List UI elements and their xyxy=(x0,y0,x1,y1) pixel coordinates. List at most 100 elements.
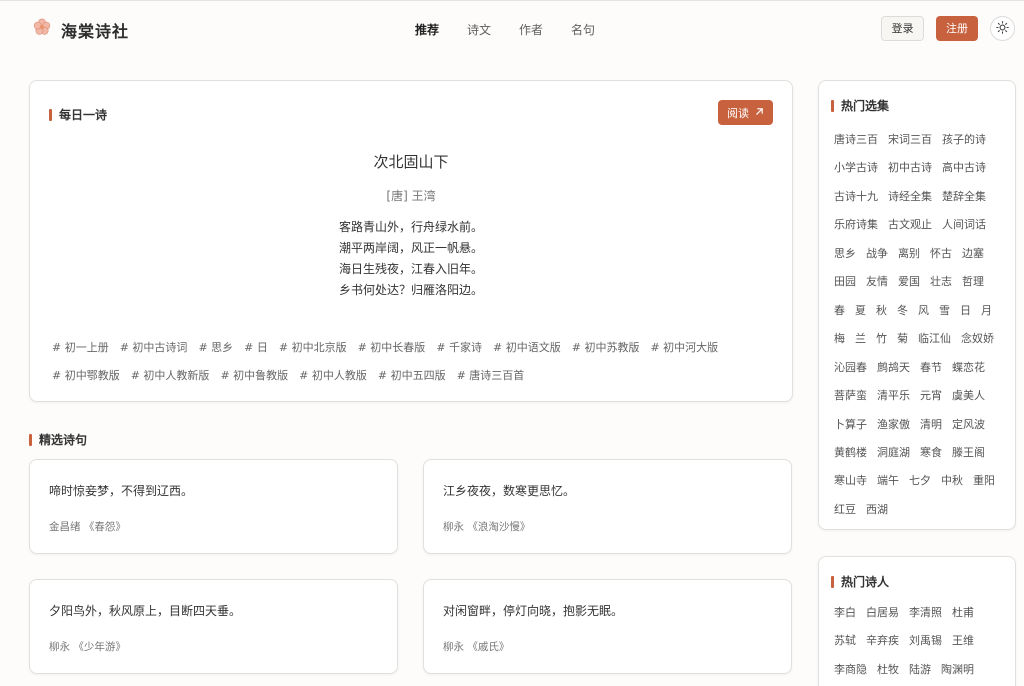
collection-link[interactable]: 临江仙 xyxy=(918,325,951,353)
theme-toggle-button[interactable] xyxy=(990,16,1015,41)
nav-item-recommend[interactable]: 推荐 xyxy=(415,21,439,38)
collection-link[interactable]: 春节 xyxy=(920,354,942,382)
collection-link[interactable]: 楚辞全集 xyxy=(942,183,986,211)
collection-link[interactable]: 春 xyxy=(834,297,845,325)
collection-link[interactable]: 中秋 xyxy=(941,467,963,495)
poem-tag-link[interactable]: # 思乡 xyxy=(198,334,233,362)
poem-tag-link[interactable]: # 初中北京版 xyxy=(279,334,347,362)
poem-tag-link[interactable]: # 初中五四版 xyxy=(378,362,446,390)
begonia-flower-icon[interactable] xyxy=(32,17,52,37)
poet-link[interactable]: 辛弃疾 xyxy=(866,627,899,655)
poem-tag-link[interactable]: # 日 xyxy=(244,334,268,362)
poet-link[interactable]: 李清照 xyxy=(909,599,942,627)
collection-link[interactable]: 战争 xyxy=(866,240,888,268)
collection-link[interactable]: 爱国 xyxy=(898,268,920,296)
collection-link[interactable]: 清明 xyxy=(920,411,942,439)
collection-link[interactable]: 夏 xyxy=(855,297,866,325)
collection-link[interactable]: 黄鹤楼 xyxy=(834,439,867,467)
poem-tag-link[interactable]: # 初中语文版 xyxy=(493,334,561,362)
collection-link[interactable]: 寒山寺 xyxy=(834,467,867,495)
collection-link[interactable]: 蝶恋花 xyxy=(952,354,985,382)
collection-link[interactable]: 定风波 xyxy=(952,411,985,439)
collection-link[interactable]: 古文观止 xyxy=(888,211,932,239)
collection-link[interactable]: 菩萨蛮 xyxy=(834,382,867,410)
collection-link[interactable]: 重阳 xyxy=(973,467,995,495)
collection-link[interactable]: 乐府诗集 xyxy=(834,211,878,239)
collection-link[interactable]: 小学古诗 xyxy=(834,154,878,182)
poem-tag-link[interactable]: # 初一上册 xyxy=(52,334,109,362)
poem-tag-link[interactable]: # 初中长春版 xyxy=(358,334,426,362)
collection-link[interactable]: 清平乐 xyxy=(877,382,910,410)
collection-link[interactable]: 孩子的诗 xyxy=(942,126,986,154)
collection-link[interactable]: 日 xyxy=(960,297,971,325)
collection-link[interactable]: 古诗十九 xyxy=(834,183,878,211)
collection-link[interactable]: 寒食 xyxy=(920,439,942,467)
quote-card[interactable]: 江乡夜夜，数寒更思忆。 柳永 《浪淘沙慢》 xyxy=(423,459,792,554)
login-button[interactable]: 登录 xyxy=(881,16,924,41)
collection-link[interactable]: 人间词话 xyxy=(942,211,986,239)
poem-tag-link[interactable]: # 初中古诗词 xyxy=(120,334,188,362)
collection-link[interactable]: 鹧鸪天 xyxy=(877,354,910,382)
collection-link[interactable]: 秋 xyxy=(876,297,887,325)
poem-tag-link[interactable]: # 初中鲁教版 xyxy=(220,362,288,390)
collection-link[interactable]: 竹 xyxy=(876,325,887,353)
quote-card[interactable]: 啼时惊妾梦，不得到辽西。 金昌绪 《春怨》 xyxy=(29,459,398,554)
collection-link[interactable]: 洞庭湖 xyxy=(877,439,910,467)
collection-link[interactable]: 冬 xyxy=(897,297,908,325)
collection-link[interactable]: 离别 xyxy=(898,240,920,268)
collection-link[interactable]: 七夕 xyxy=(909,467,931,495)
collection-link[interactable]: 西湖 xyxy=(866,496,888,524)
collection-link[interactable]: 滕王阁 xyxy=(952,439,985,467)
poet-link[interactable]: 陆游 xyxy=(909,656,931,684)
collection-link[interactable]: 诗经全集 xyxy=(888,183,932,211)
poet-link[interactable]: 刘禹锡 xyxy=(909,627,942,655)
quote-card[interactable]: 对闲窗畔，停灯向晓，抱影无眠。 柳永 《戚氏》 xyxy=(423,579,792,674)
poet-link[interactable]: 苏轼 xyxy=(834,627,856,655)
brand-title[interactable]: 海棠诗社 xyxy=(61,18,129,42)
collection-link[interactable]: 元宵 xyxy=(920,382,942,410)
collection-link[interactable]: 卜算子 xyxy=(834,411,867,439)
collection-link[interactable]: 初中古诗 xyxy=(888,154,932,182)
nav-item-quotes[interactable]: 名句 xyxy=(571,21,595,38)
collection-link[interactable]: 思乡 xyxy=(834,240,856,268)
collection-link[interactable]: 怀古 xyxy=(930,240,952,268)
collection-link[interactable]: 渔家傲 xyxy=(877,411,910,439)
collection-link[interactable]: 友情 xyxy=(866,268,888,296)
register-button[interactable]: 注册 xyxy=(936,16,978,41)
collection-link[interactable]: 田园 xyxy=(834,268,856,296)
poem-tag-link[interactable]: # 初中鄂教版 xyxy=(52,362,120,390)
collection-link[interactable]: 梅 xyxy=(834,325,845,353)
poet-link[interactable]: 李商隐 xyxy=(834,656,867,684)
poet-link[interactable]: 杜甫 xyxy=(952,599,974,627)
collection-link[interactable]: 边塞 xyxy=(962,240,984,268)
poem-tag-link[interactable]: # 初中苏教版 xyxy=(572,334,640,362)
poem-author[interactable]: [唐] 王湾 xyxy=(30,187,792,204)
collection-link[interactable]: 哲理 xyxy=(962,268,984,296)
collection-link[interactable]: 高中古诗 xyxy=(942,154,986,182)
poet-link[interactable]: 白居易 xyxy=(866,599,899,627)
poet-link[interactable]: 陶渊明 xyxy=(941,656,974,684)
collection-link[interactable]: 唐诗三百 xyxy=(834,126,878,154)
poem-tag-link[interactable]: # 唐诗三百首 xyxy=(457,362,525,390)
collection-link[interactable]: 端午 xyxy=(877,467,899,495)
collection-link[interactable]: 风 xyxy=(918,297,929,325)
collection-link[interactable]: 宋词三百 xyxy=(888,126,932,154)
poem-tag-link[interactable]: # 千家诗 xyxy=(436,334,482,362)
collection-link[interactable]: 菊 xyxy=(897,325,908,353)
collection-link[interactable]: 虞美人 xyxy=(952,382,985,410)
collection-link[interactable]: 兰 xyxy=(855,325,866,353)
nav-item-authors[interactable]: 作者 xyxy=(519,21,543,38)
poem-tag-link[interactable]: # 初中人教新版 xyxy=(131,362,210,390)
collection-link[interactable]: 月 xyxy=(981,297,992,325)
quote-card[interactable]: 夕阳鸟外，秋风原上，目断四天垂。 柳永 《少年游》 xyxy=(29,579,398,674)
nav-item-poems[interactable]: 诗文 xyxy=(467,21,491,38)
collection-link[interactable]: 沁园春 xyxy=(834,354,867,382)
collection-link[interactable]: 红豆 xyxy=(834,496,856,524)
poem-tag-link[interactable]: # 初中人教版 xyxy=(299,362,367,390)
poet-link[interactable]: 王维 xyxy=(952,627,974,655)
collection-link[interactable]: 壮志 xyxy=(930,268,952,296)
poet-link[interactable]: 杜牧 xyxy=(877,656,899,684)
read-button[interactable]: 阅读 xyxy=(718,100,773,125)
collection-link[interactable]: 雪 xyxy=(939,297,950,325)
poem-tag-link[interactable]: # 初中河大版 xyxy=(650,334,718,362)
